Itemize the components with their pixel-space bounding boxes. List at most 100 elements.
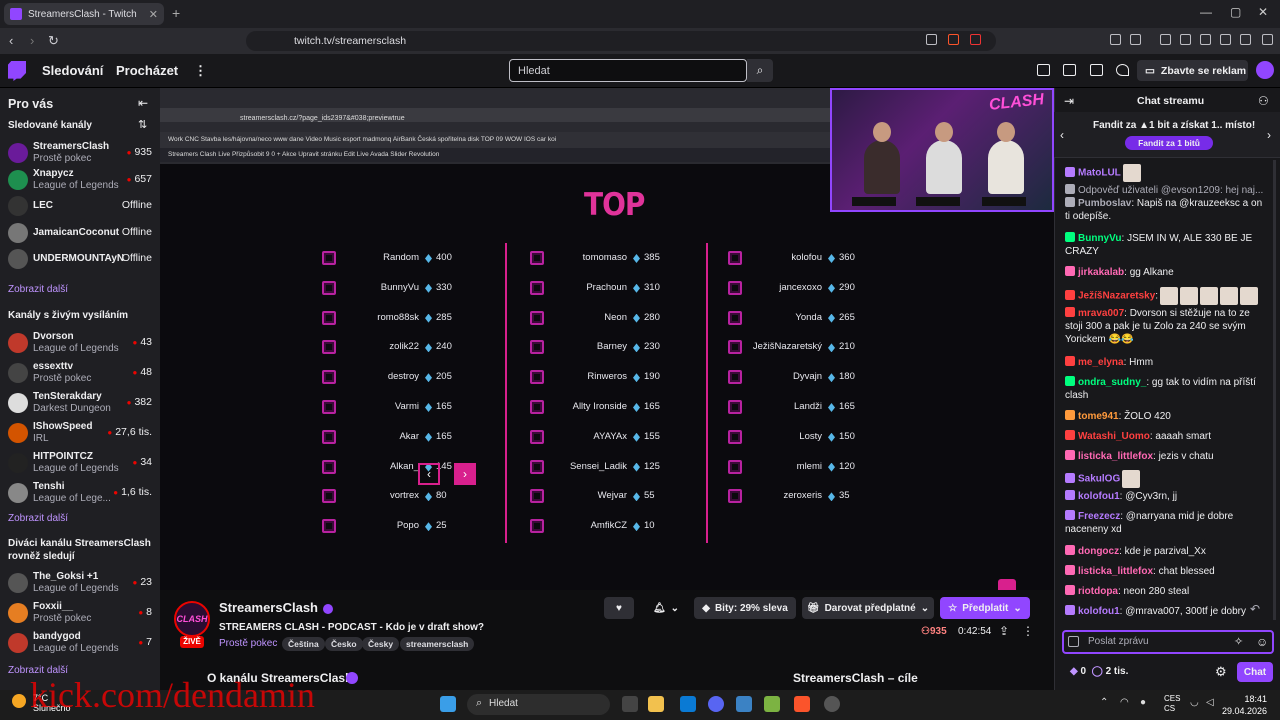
banner-prev-icon[interactable]: ‹ [1060,128,1064,142]
bits-button[interactable]: ◆ Bity: 29% sleva [694,597,796,619]
url-field[interactable]: twitch.tv/streamersclash [246,31,996,51]
chat-username[interactable]: ondra_sudny_ [1078,377,1146,388]
wallet-icon[interactable] [1220,34,1231,45]
tag-pill[interactable]: Česky [362,637,400,651]
forward-icon[interactable]: › [30,33,34,48]
new-tab-button[interactable]: + [172,5,180,21]
chat-username[interactable]: me_elyna [1078,357,1124,368]
send-chat-button[interactable]: Chat [1237,662,1273,682]
sidebar-channel[interactable]: Xnapycz League of Legends ● 657 [0,165,160,195]
emote-picker-icon[interactable]: ☺ [1256,635,1268,649]
magic-icon[interactable]: ✧ [1234,635,1243,648]
discord-icon[interactable] [708,696,724,712]
chat-username[interactable]: riotdopa [1078,586,1118,597]
reading-list-icon[interactable] [1200,34,1211,45]
screenshot-icon[interactable] [1130,34,1141,45]
sidebar-channel[interactable]: LEC Offline [0,191,160,221]
chat-username[interactable]: Watashi_Uomo [1078,431,1150,442]
whispers-icon[interactable] [1090,64,1103,76]
chat-scrollbar[interactable] [1273,160,1276,620]
minimize-icon[interactable]: — [1200,5,1212,19]
sidebar-channel[interactable]: Foxxii__ Prostě pokec ● 8 [0,598,160,628]
chat-username[interactable]: MatoLUL [1078,168,1121,179]
sidebar-channel[interactable]: HITPOINTCZ League of Legends ● 34 [0,448,160,478]
sidebar-channel[interactable]: TenSterakdary Darkest Dungeon ● 382 [0,388,160,418]
music-icon[interactable] [1160,34,1171,45]
collapse-chat-icon[interactable]: ⇥ [1064,94,1074,108]
subscribe-button[interactable]: ☆ Předplatit ⌄ [940,597,1030,619]
video-player[interactable]: streamersclash.cz/?page_ids2397&#038;pre… [160,88,1054,590]
vpn-icon[interactable] [1240,34,1251,45]
crown-icon[interactable] [1037,64,1050,76]
maximize-icon[interactable]: ▢ [1230,5,1241,19]
user-avatar[interactable] [1256,61,1274,79]
leaderboard-next-button[interactable]: › [454,463,476,485]
reload-icon[interactable]: ↻ [48,33,59,49]
close-tab-icon[interactable]: ✕ [149,8,158,21]
reply-icon[interactable]: ↶ [1250,602,1260,616]
collapse-sidebar-icon[interactable]: ⇤ [138,96,148,110]
brave-icon[interactable] [794,696,810,712]
show-more-live[interactable]: Zobrazit další [8,513,68,524]
sidebar-toggle-icon[interactable] [1180,34,1191,45]
sidebar-channel[interactable]: Dvorson League of Legends ● 43 [0,328,160,358]
clock[interactable]: 18:41 29.04.2026 [1222,693,1267,717]
sidebar-channel[interactable]: IShowSpeed IRL ● 27,6 tis. [0,418,160,448]
back-icon[interactable]: ‹ [9,33,13,48]
show-more-followed[interactable]: Zobrazit další [8,284,68,295]
channel-avatar[interactable]: CLASH [174,601,210,637]
input-language[interactable]: CES CS [1164,694,1180,714]
sidebar-channel[interactable]: essexttv Prostě pokec ● 48 [0,358,160,388]
sidebar-channel[interactable]: JamaicanCoconut Offline [0,218,160,248]
search-icon[interactable]: ⌕ [747,59,773,82]
obs-icon[interactable] [824,696,840,712]
wifi-icon[interactable]: ◡ [1190,697,1199,708]
sidebar-channel[interactable]: bandygod League of Legends ● 7 [0,628,160,658]
tag-pill[interactable]: streamersclash [400,637,475,651]
drops-icon[interactable] [1116,64,1129,76]
gift-sub-button[interactable]: 🎁︎ Darovat předplatné ⌄ [802,597,934,619]
chat-username[interactable]: Freezecz [1078,511,1120,522]
tray-chevron-icon[interactable]: ⌃ [1100,697,1108,708]
task-view-icon[interactable] [622,696,638,712]
chat-username[interactable]: kolofou1 [1078,606,1120,617]
search-input[interactable]: Hledat [509,59,747,82]
chat-username[interactable]: JežíšNazaretsky [1078,291,1155,302]
sidebar-channel[interactable]: The_Goksi +1 League of Legends ● 23 [0,568,160,598]
volume-icon[interactable]: ◁ [1206,697,1214,708]
chat-username[interactable]: listicka_littlefox [1078,566,1153,577]
chat-username[interactable]: SakulOG [1078,474,1120,485]
more-options-icon[interactable]: ⋮ [194,63,207,79]
banner-next-icon[interactable]: › [1267,128,1271,142]
windows-start-icon[interactable] [440,696,456,712]
inbox-icon[interactable] [1063,64,1076,76]
channel-name[interactable]: StreamersClash [219,600,333,615]
stream-category[interactable]: Prostě pokec [219,638,277,649]
bits-shop-icon[interactable] [1068,636,1079,647]
sun-icon[interactable] [12,694,26,708]
chat-settings-icon[interactable]: ⚙ [1215,664,1227,680]
chat-username[interactable]: BunnyVu [1078,233,1122,244]
tag-pill[interactable]: Česko [325,637,363,651]
close-window-icon[interactable]: ✕ [1258,5,1268,19]
sidebar-channel[interactable]: StreamersClash Prostě pokec ● 935 [0,138,160,168]
browser-tab[interactable]: StreamersClash - Twitch ✕ [4,3,164,25]
ad-free-button[interactable]: ▭ Zbavte se reklam [1137,60,1248,81]
outlook-icon[interactable] [680,696,696,712]
share-icon[interactable] [926,34,937,45]
nav-following[interactable]: Sledování [42,63,103,78]
chat-username[interactable]: listicka_littlefox [1078,451,1153,462]
share-stream-icon[interactable]: ⇪ [999,624,1009,638]
chat-username[interactable]: dongocz [1078,546,1119,557]
more-stream-options-icon[interactable]: ⋮ [1022,624,1034,638]
cheer-button[interactable]: Fandit za 1 bitů [1125,136,1213,150]
mail-icon[interactable] [736,696,752,712]
chat-username[interactable]: mrava007 [1078,308,1124,319]
rewards-icon[interactable] [970,34,981,45]
store-icon[interactable] [764,696,780,712]
chat-username[interactable]: Pumboslav [1078,198,1131,209]
brave-shield-icon[interactable] [948,34,959,45]
follow-heart-button[interactable]: ♥ [604,597,634,619]
chat-users-icon[interactable]: ⚇ [1258,94,1269,108]
chat-username[interactable]: tome941 [1078,411,1119,422]
